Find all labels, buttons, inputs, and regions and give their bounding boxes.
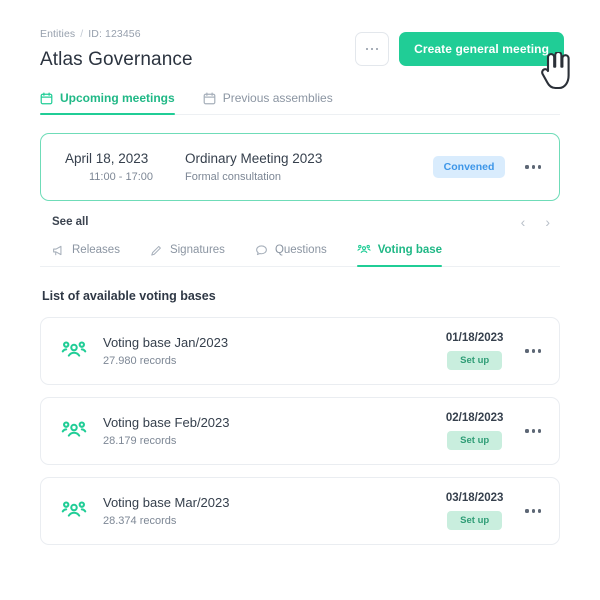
see-all-row: See all ‹ › [40,201,560,243]
list-item-name: Voting base Feb/2023 [103,415,446,430]
meeting-card[interactable]: April 18, 2023 11:00 - 17:00 Ordinary Me… [40,133,560,201]
breadcrumb: Entities / ID: 123456 [40,28,193,40]
dot-icon [538,429,541,432]
breadcrumb-separator: / [80,28,83,40]
tab-label: Questions [275,244,327,256]
tab-releases[interactable]: Releases [52,243,120,266]
dot-icon [532,429,535,432]
meeting-time: 11:00 - 17:00 [65,171,177,183]
meeting-info: Ordinary Meeting 2023 Formal consultatio… [185,151,433,183]
list-item-more-button[interactable] [523,343,543,358]
primary-tabs: Upcoming meetings Previous assemblies [40,91,560,115]
breadcrumb-root[interactable]: Entities [40,28,75,40]
meeting-card-wrapper: April 18, 2023 11:00 - 17:00 Ordinary Me… [40,133,560,201]
list-title: List of available voting bases [40,289,560,303]
dot-icon [376,48,379,51]
speech-bubble-icon [255,244,268,257]
header-titles: Entities / ID: 123456 Atlas Governance [40,28,193,71]
list-item[interactable]: Voting base Mar/2023 28.374 records 03/1… [40,477,560,545]
list-item-date: 03/18/2023 [446,492,504,504]
list-item-date: 01/18/2023 [446,332,504,344]
status-badge[interactable]: Set up [447,511,502,530]
dot-icon [525,429,528,432]
list-item-more-button[interactable] [523,423,543,438]
people-group-icon [61,498,87,524]
list-item-records: 27.980 records [103,355,446,367]
list-item-meta: 02/18/2023 Set up [446,412,504,450]
dot-icon [532,349,535,352]
list-item-records: 28.179 records [103,435,446,447]
header-actions: Create general meeting [355,32,564,66]
dot-icon [538,349,541,352]
page-root: Entities / ID: 123456 Atlas Governance C… [0,0,600,600]
tab-label: Releases [72,244,120,256]
list-item-text: Voting base Jan/2023 27.980 records [103,335,446,367]
tab-upcoming-meetings[interactable]: Upcoming meetings [40,91,175,114]
tab-questions[interactable]: Questions [255,243,327,266]
people-group-icon [357,243,371,257]
calendar-icon [40,92,53,105]
list-item-text: Voting base Mar/2023 28.374 records [103,495,446,527]
tab-label: Voting base [378,244,442,256]
list-item-more-button[interactable] [523,503,543,518]
tab-label: Signatures [170,244,225,256]
list-item-name: Voting base Mar/2023 [103,495,446,510]
meeting-more-button[interactable] [523,159,543,174]
calendar-icon [203,92,216,105]
list-item[interactable]: Voting base Jan/2023 27.980 records 01/1… [40,317,560,385]
tab-voting-base[interactable]: Voting base [357,243,442,266]
breadcrumb-current: ID: 123456 [88,28,140,40]
dot-icon [525,165,528,168]
megaphone-icon [52,244,65,257]
dot-icon [371,48,374,51]
header-more-button[interactable] [355,32,389,66]
meeting-subtitle: Formal consultation [185,171,433,183]
list-item-text: Voting base Feb/2023 28.179 records [103,415,446,447]
status-badge[interactable]: Set up [447,351,502,370]
dot-icon [366,48,369,51]
dot-icon [538,509,541,512]
tab-signatures[interactable]: Signatures [150,243,225,266]
list-item[interactable]: Voting base Feb/2023 28.179 records 02/1… [40,397,560,465]
see-all-link[interactable]: See all [52,216,88,228]
secondary-tabs: Releases Signatures Questions Voting bas… [40,243,560,267]
dot-icon [525,349,528,352]
mouse-cursor-pointer [538,52,572,90]
people-group-icon [61,338,87,364]
pagination-controls: ‹ › [521,215,558,229]
meeting-name: Ordinary Meeting 2023 [185,151,433,166]
dot-icon [532,509,535,512]
list-item-date: 02/18/2023 [446,412,504,424]
list-item-meta: 01/18/2023 Set up [446,332,504,370]
chevron-left-icon[interactable]: ‹ [521,215,526,229]
chevron-right-icon[interactable]: › [545,215,550,229]
meeting-date: April 18, 2023 [65,151,177,166]
page-title: Atlas Governance [40,49,193,71]
tab-label: Upcoming meetings [60,91,175,105]
meeting-datetime: April 18, 2023 11:00 - 17:00 [65,151,177,183]
list-item-name: Voting base Jan/2023 [103,335,446,350]
list-item-records: 28.374 records [103,515,446,527]
status-badge: Convened [433,156,506,178]
tab-label: Previous assemblies [223,91,333,105]
dot-icon [525,509,528,512]
page-header: Entities / ID: 123456 Atlas Governance C… [0,0,600,71]
people-group-icon [61,418,87,444]
tab-previous-assemblies[interactable]: Previous assemblies [203,91,333,114]
dot-icon [538,165,541,168]
status-badge[interactable]: Set up [447,431,502,450]
list-item-meta: 03/18/2023 Set up [446,492,504,530]
voting-base-list: Voting base Jan/2023 27.980 records 01/1… [40,317,560,545]
dot-icon [532,165,535,168]
pen-icon [150,244,163,257]
